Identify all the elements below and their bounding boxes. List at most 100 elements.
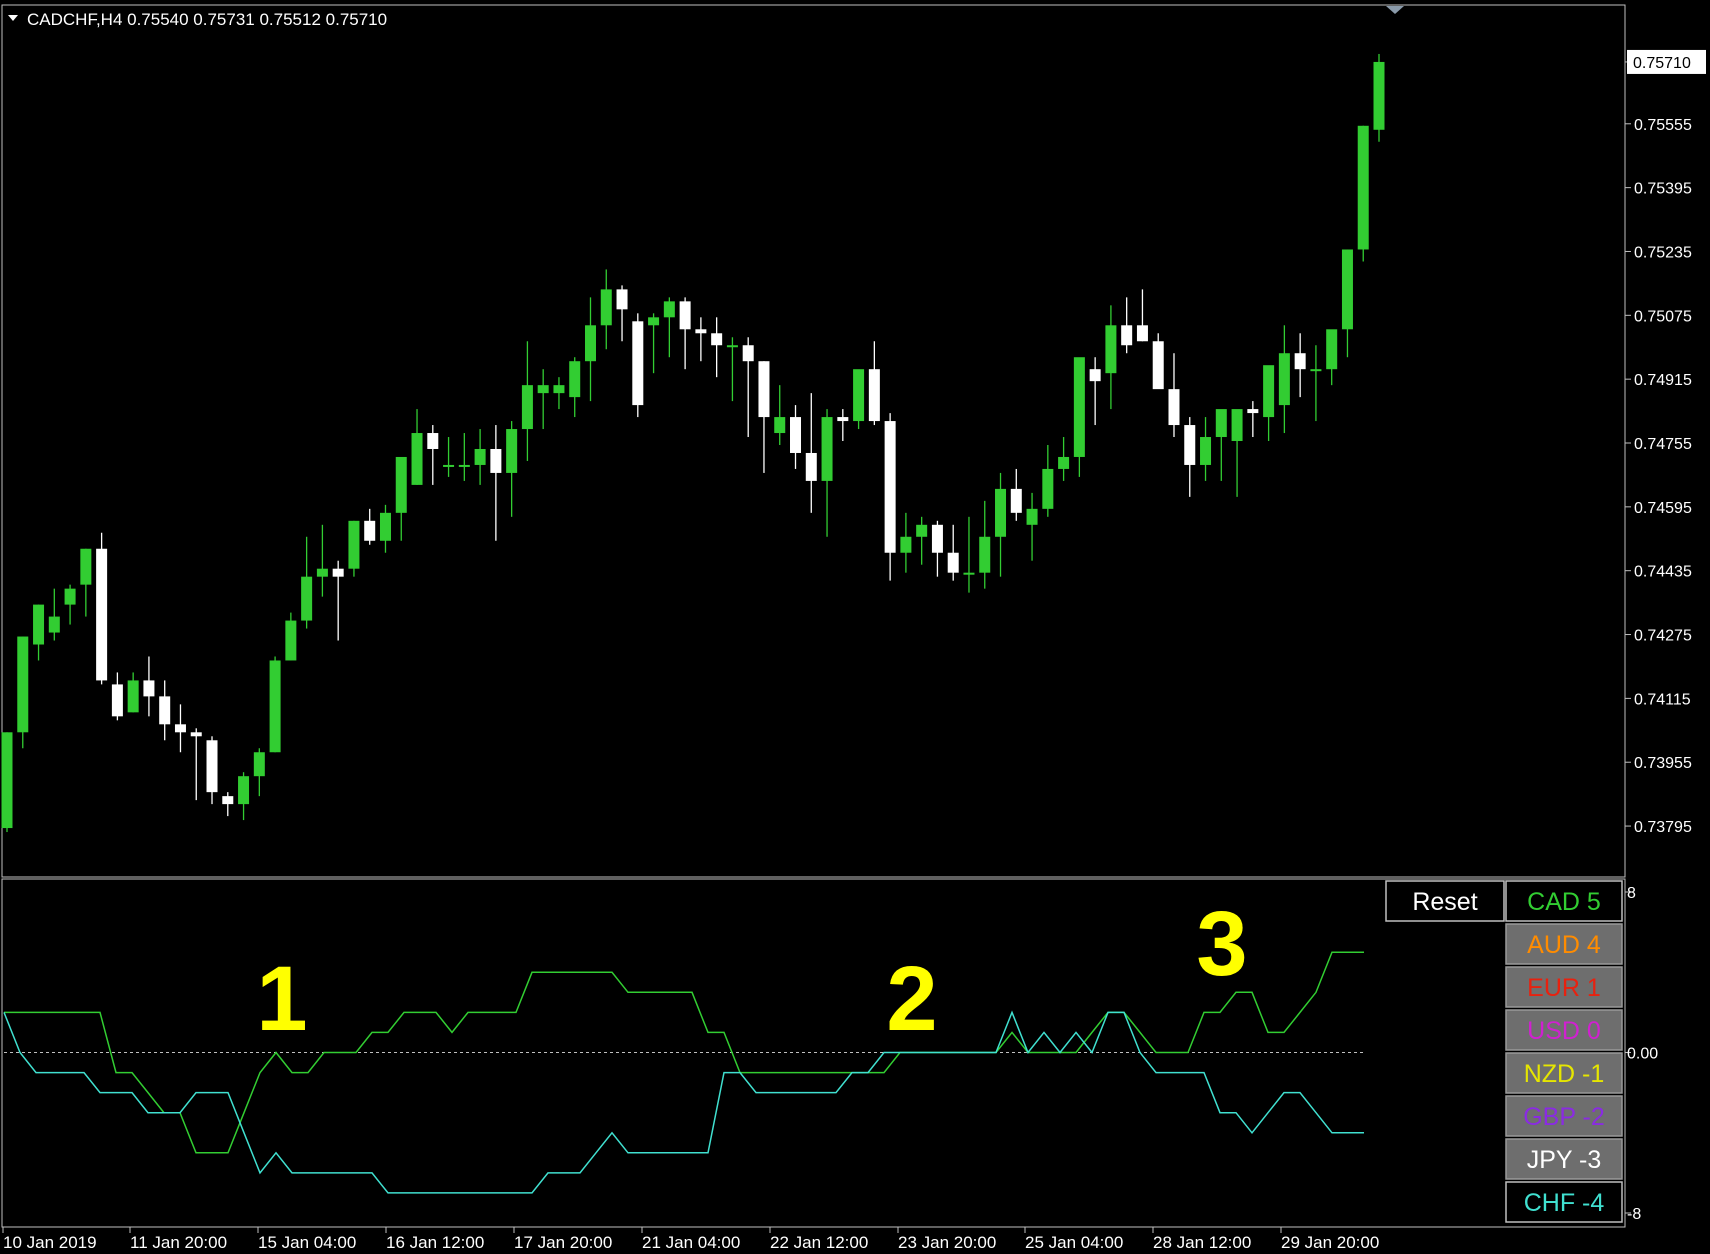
candle-body <box>332 568 344 577</box>
candle-body <box>790 417 802 453</box>
candle-body <box>774 417 786 434</box>
time-tick-label: 10 Jan 2019 <box>3 1233 97 1252</box>
candle-body <box>222 796 234 805</box>
annotation-label: 3 <box>1196 893 1247 995</box>
candle-body <box>900 536 912 553</box>
candle-body <box>868 369 880 422</box>
candle-body <box>1168 389 1180 426</box>
candle-body <box>458 464 470 467</box>
candle-body <box>364 520 376 541</box>
annotation-label: 2 <box>886 948 937 1050</box>
candle-body <box>253 752 265 777</box>
price-tick-label: 0.74595 <box>1634 500 1692 517</box>
currency-button-label: EUR 1 <box>1527 974 1601 1002</box>
candle-body <box>537 385 549 394</box>
price-axis: 0.75555 0.75395 0.75235 0.75075 0.74915 0.747… <box>1625 61 1692 836</box>
currency-button-label: CAD 5 <box>1527 888 1601 916</box>
candle-body <box>600 289 612 326</box>
currency-button-chf[interactable]: CHF -4 <box>1505 1181 1623 1223</box>
candle-body <box>916 524 928 537</box>
candle-body <box>348 520 360 569</box>
candle <box>17 636 29 749</box>
time-tick-label: 16 Jan 12:00 <box>386 1233 484 1252</box>
candle <box>632 313 644 418</box>
time-tick-label: 22 Jan 12:00 <box>770 1233 868 1252</box>
candle-body <box>648 317 660 326</box>
candle-body <box>17 636 29 733</box>
candle-body <box>1247 409 1259 414</box>
candle-body <box>1278 353 1290 406</box>
candle-body <box>64 588 76 605</box>
candle-body <box>506 429 518 473</box>
candle-body <box>1200 437 1212 465</box>
currency-button-gbp[interactable]: GBP -2 <box>1505 1095 1623 1137</box>
candle-body <box>821 417 833 481</box>
time-tick-label: 23 Jan 20:00 <box>898 1233 996 1252</box>
candle-body <box>269 660 281 753</box>
currency-button-jpy[interactable]: JPY -3 <box>1505 1138 1623 1180</box>
candle-body <box>490 448 502 473</box>
time-tick-label: 21 Jan 04:00 <box>642 1233 740 1252</box>
candle-body <box>1294 353 1306 370</box>
candle <box>96 532 108 685</box>
candle-body <box>995 488 1007 537</box>
currency-button-cad[interactable]: CAD 5 <box>1505 880 1623 922</box>
candle-body <box>1231 409 1243 442</box>
currency-button-label: JPY -3 <box>1527 1146 1602 1174</box>
candle-body <box>726 345 738 348</box>
candle-body <box>805 452 817 481</box>
candle-body <box>238 776 250 805</box>
candle-body <box>1 732 13 829</box>
time-axis: 10 Jan 2019 11 Jan 20:00 15 Jan 04:00 16 Ja… <box>2 1227 1379 1252</box>
currency-button-eur[interactable]: EUR 1 <box>1505 966 1623 1008</box>
reset-button-label: Reset <box>1412 888 1477 916</box>
candle-body <box>584 325 596 362</box>
price-tick-label: 0.75235 <box>1634 244 1692 261</box>
candle-body <box>1326 329 1338 370</box>
candle <box>1152 333 1164 390</box>
currency-button-usd[interactable]: USD 0 <box>1505 1009 1623 1051</box>
candle-body <box>1058 456 1070 469</box>
current-price-label: 0.75710 <box>1627 49 1706 74</box>
currency-button-label: USD 0 <box>1527 1017 1601 1045</box>
candle-body <box>663 301 675 318</box>
candle-body <box>553 385 565 394</box>
candle-body <box>884 421 896 553</box>
price-tick-label: 0.74115 <box>1634 691 1691 708</box>
candle-body <box>427 433 439 449</box>
candle-body <box>695 329 707 334</box>
candle-body <box>111 684 123 717</box>
symbol-header: CADCHF,H4 0.75540 0.75731 0.75512 0.7571… <box>27 10 387 29</box>
price-tick-label: 0.74275 <box>1634 628 1692 645</box>
candle-body <box>742 345 754 362</box>
candle-body <box>1263 365 1275 418</box>
time-tick-label: 11 Jan 20:00 <box>130 1233 227 1252</box>
candle-body <box>174 724 186 733</box>
candle-body <box>159 696 171 725</box>
candle-body <box>127 680 139 713</box>
candle-body <box>758 361 770 418</box>
candle-body <box>1105 325 1117 374</box>
price-tick-label: 0.73955 <box>1634 755 1692 772</box>
current-price-text: 0.75710 <box>1633 55 1691 72</box>
candle-body <box>931 524 943 553</box>
currency-button-nzd[interactable]: NZD -1 <box>1505 1052 1623 1094</box>
candle-body <box>443 464 455 467</box>
price-tick-label: 0.74435 <box>1634 564 1692 581</box>
candle-body <box>48 616 60 633</box>
candle-body <box>301 576 313 621</box>
candle-body <box>616 289 628 310</box>
candle-body <box>190 732 202 737</box>
candle-body <box>632 321 644 406</box>
currency-button-aud[interactable]: AUD 4 <box>1505 923 1623 965</box>
candle-body <box>711 333 723 346</box>
candle-body <box>1357 125 1369 250</box>
reset-button[interactable]: Reset <box>1385 880 1505 922</box>
candle-body <box>143 680 155 697</box>
time-tick-label: 15 Jan 04:00 <box>258 1233 356 1252</box>
candle-body <box>1310 369 1322 372</box>
indicator-tick-label: -8 <box>1627 1206 1641 1223</box>
candle <box>853 369 865 430</box>
candle-body <box>1010 488 1022 513</box>
price-tick-label: 0.74915 <box>1634 372 1692 389</box>
